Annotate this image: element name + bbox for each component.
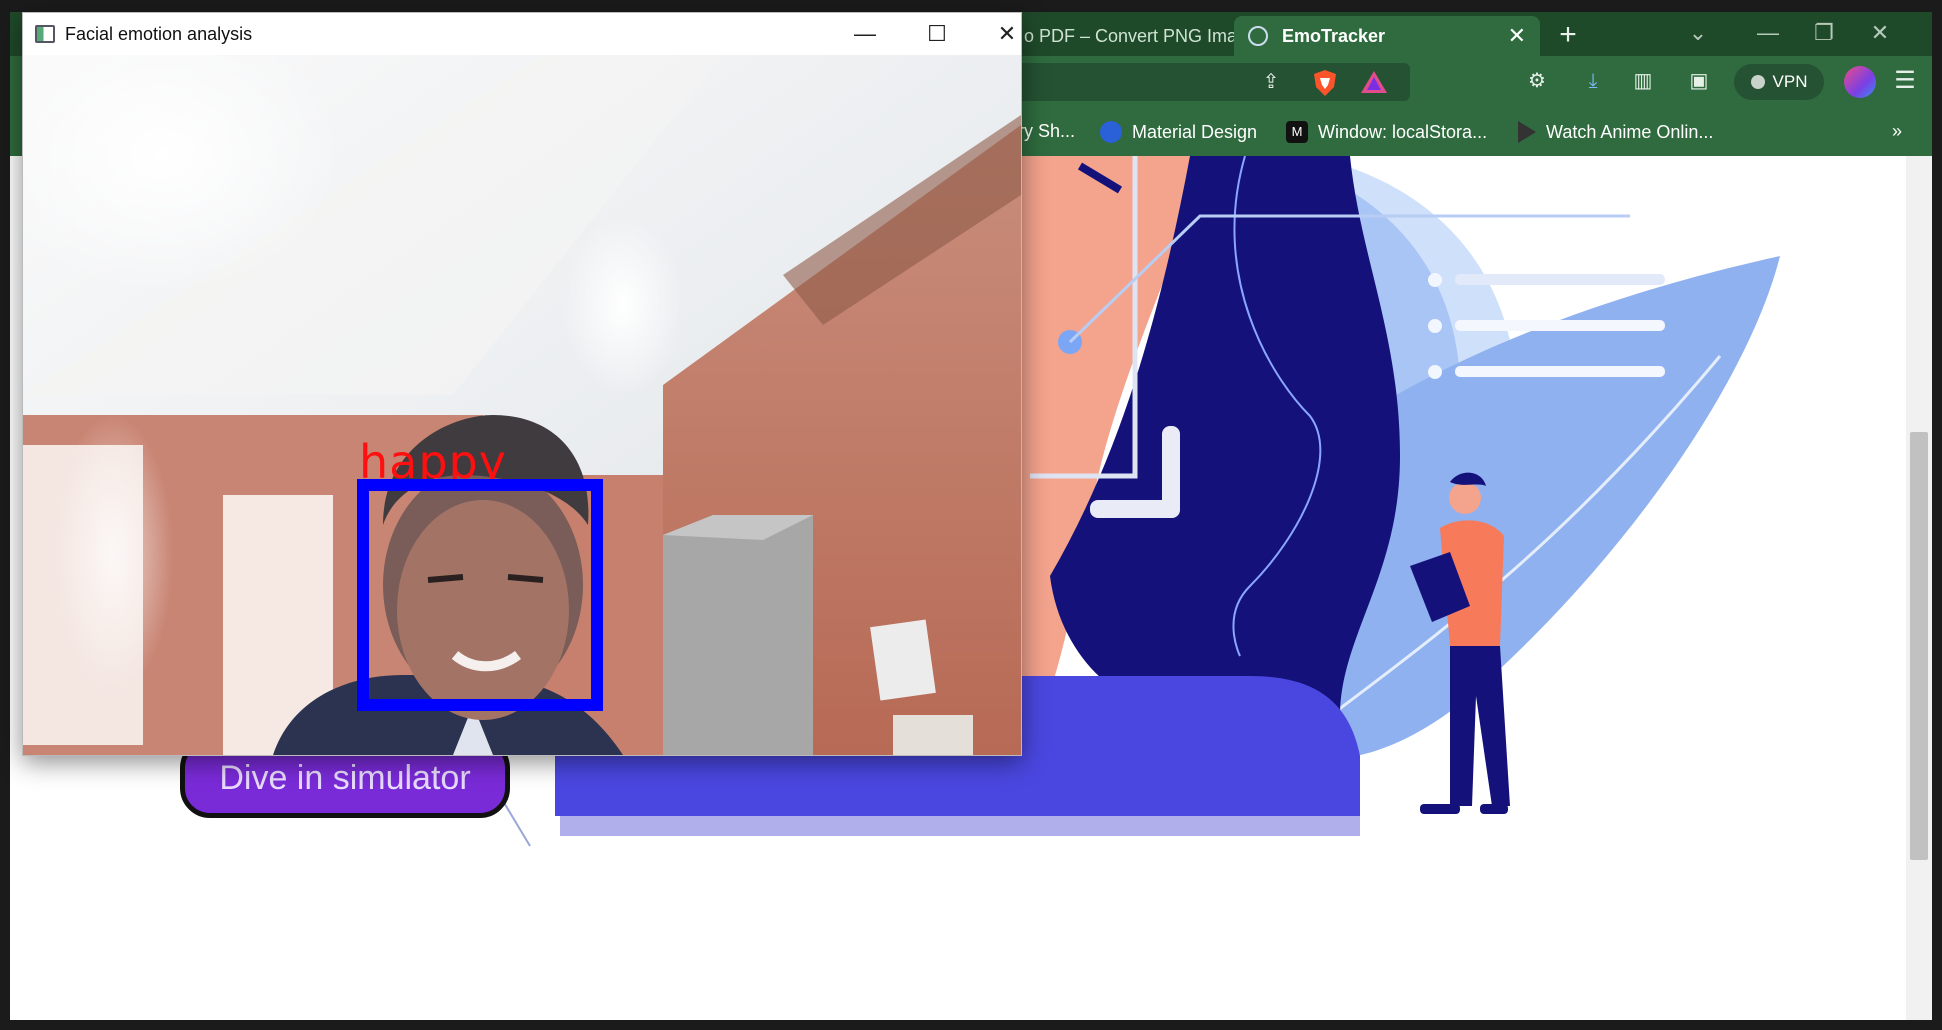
tab-search-icon[interactable]: ⌄	[1678, 20, 1718, 46]
page-scrollbar[interactable]	[1906, 156, 1932, 1020]
play-icon	[1518, 121, 1536, 143]
extensions-icon[interactable]: ⚙	[1524, 68, 1550, 94]
window-title: Facial emotion analysis	[65, 23, 253, 44]
tab-convert-png[interactable]: o PDF – Convert PNG Ima	[1010, 16, 1240, 56]
close-icon[interactable]: ✕	[987, 19, 1027, 49]
window-app-icon	[35, 25, 55, 43]
sidebar-icon[interactable]: ▥	[1630, 68, 1656, 94]
bookmark-label: Material Design	[1132, 121, 1258, 142]
tab-emotracker[interactable]: EmoTracker ✕	[1234, 16, 1540, 56]
restore-icon[interactable]: ❐	[1804, 20, 1844, 46]
wallet-icon[interactable]: ▣	[1686, 68, 1712, 94]
bookmark-label: Window: localStora...	[1318, 121, 1488, 142]
tab-label: o PDF – Convert PNG Ima	[1024, 25, 1238, 46]
globe-icon	[1248, 26, 1268, 46]
profile-avatar[interactable]	[1844, 66, 1876, 98]
webcam-frame: happy	[23, 55, 1021, 755]
bookmark-label: ry Sh...	[1018, 121, 1076, 141]
downloads-icon[interactable]: ⤓	[1580, 68, 1606, 94]
window-titlebar[interactable]: Facial emotion analysis — ☐ ✕	[23, 13, 1021, 55]
bookmark-watch-anime[interactable]: Watch Anime Onlin...	[1518, 121, 1713, 143]
address-bar[interactable]: ⇪	[1010, 63, 1410, 101]
tab-close-icon[interactable]: ✕	[1508, 23, 1526, 49]
vpn-button[interactable]: VPN	[1734, 64, 1824, 100]
vpn-label: VPN	[1772, 72, 1808, 91]
tab-label: EmoTracker	[1282, 25, 1386, 46]
scrollbar-thumb[interactable]	[1910, 432, 1928, 860]
minimize-icon[interactable]: —	[845, 19, 885, 49]
maximize-icon[interactable]: ☐	[917, 19, 957, 49]
face-bounding-box	[357, 479, 603, 711]
mdn-icon: M	[1286, 121, 1308, 143]
menu-icon[interactable]: ☰	[1892, 68, 1918, 94]
bookmark-material-design[interactable]: Material Design	[1100, 121, 1257, 143]
material-design-icon	[1100, 121, 1122, 143]
close-icon[interactable]: ✕	[1860, 20, 1900, 46]
minimize-icon[interactable]: —	[1748, 20, 1788, 46]
new-tab-button[interactable]: +	[1550, 18, 1586, 54]
bookmark-localstorage[interactable]: M Window: localStora...	[1286, 121, 1487, 143]
bookmark-label: Watch Anime Onlin...	[1546, 121, 1714, 142]
vpn-status-icon	[1750, 75, 1765, 89]
share-icon[interactable]: ⇪	[1258, 69, 1284, 95]
bookmark-item[interactable]: ry Sh...	[1018, 121, 1075, 142]
brave-shields-icon[interactable]	[1312, 69, 1338, 97]
brave-rewards-icon[interactable]	[1360, 69, 1388, 95]
facial-emotion-window: Facial emotion analysis — ☐ ✕ happy	[22, 12, 1022, 756]
bookmarks-overflow-button[interactable]: »	[1892, 121, 1902, 142]
